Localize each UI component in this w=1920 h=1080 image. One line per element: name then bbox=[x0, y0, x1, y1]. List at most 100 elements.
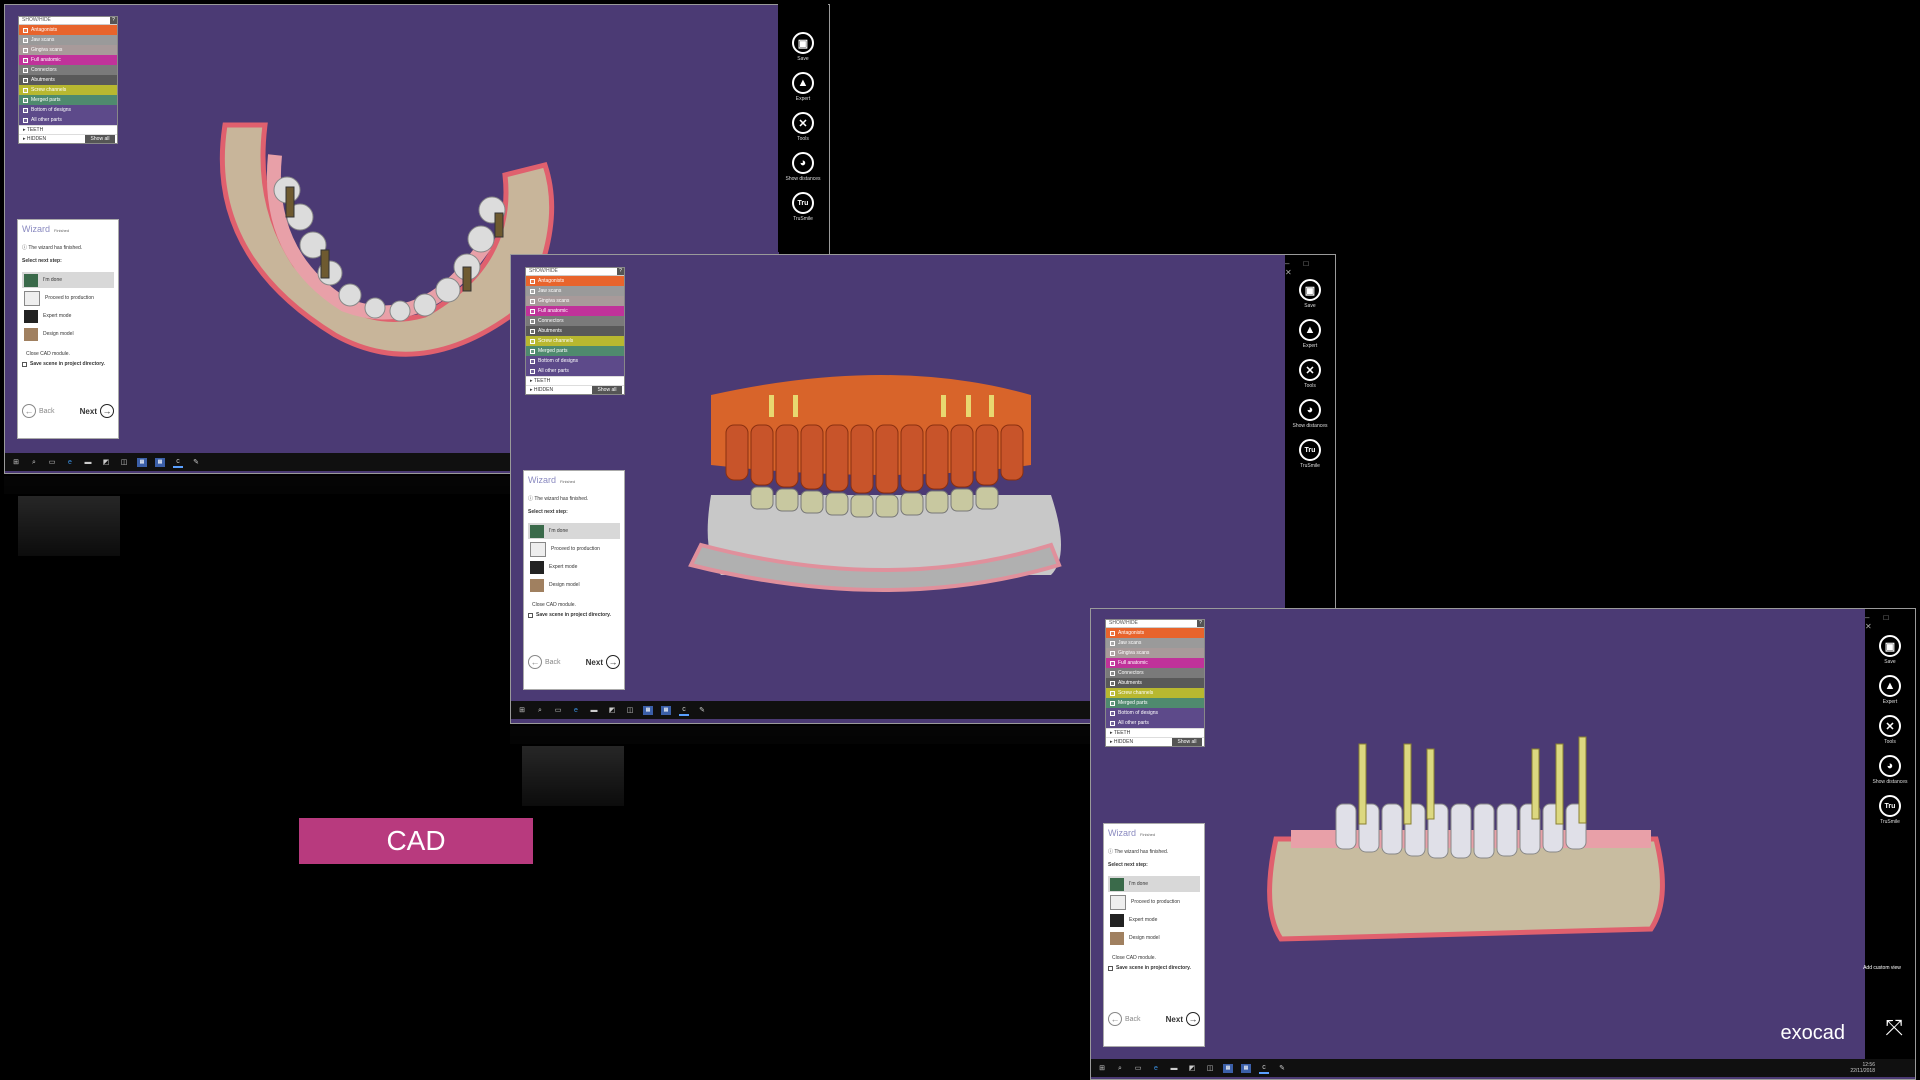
tools-tool[interactable]: ✕ Tools bbox=[1865, 715, 1915, 745]
layer-full-anatomic[interactable]: Full anatomic bbox=[1106, 658, 1204, 668]
layer-full-anatomic[interactable]: Full anatomic bbox=[19, 55, 117, 65]
trusmile-tool[interactable]: Tru TruSmile bbox=[1285, 439, 1335, 469]
tool-app-icon[interactable]: ✎ bbox=[697, 706, 707, 715]
app-icon[interactable]: ◩ bbox=[1187, 1064, 1197, 1073]
layer-connectors[interactable]: Connectors bbox=[526, 316, 624, 326]
option-production[interactable]: Proceed to production bbox=[1108, 894, 1200, 910]
store-icon[interactable]: ◫ bbox=[625, 706, 635, 715]
layer-jaw-scans[interactable]: Jaw scans bbox=[1106, 638, 1204, 648]
next-button[interactable]: Next → bbox=[80, 404, 114, 418]
distances-tool[interactable]: ◕ Show distances bbox=[778, 152, 828, 182]
layer-antagonists[interactable]: Antagonists bbox=[19, 25, 117, 35]
layer-abutments[interactable]: Abutments bbox=[526, 326, 624, 336]
checkbox-icon[interactable] bbox=[1110, 680, 1115, 686]
checkbox-icon[interactable] bbox=[530, 328, 535, 334]
edge-icon[interactable]: e bbox=[1151, 1064, 1161, 1073]
checkbox-icon[interactable] bbox=[528, 612, 533, 618]
close-cad-option[interactable]: Close CAD module. bbox=[532, 602, 576, 608]
layers-header[interactable]: SHOW/HIDE? bbox=[1106, 620, 1204, 628]
folder-icon[interactable]: ▬ bbox=[589, 706, 599, 715]
hidden-section[interactable]: ▸ HIDDEN Show all bbox=[526, 385, 624, 394]
teeth-section[interactable]: ▸ TEETH bbox=[1106, 728, 1204, 737]
clock[interactable]: 12:56 22/11/2018 bbox=[1850, 1062, 1875, 1074]
layer-screw-channels[interactable]: Screw channels bbox=[526, 336, 624, 346]
hidden-section[interactable]: ▸ HIDDEN Show all bbox=[1106, 737, 1204, 746]
layer-connectors[interactable]: Connectors bbox=[1106, 668, 1204, 678]
start-icon[interactable]: ⊞ bbox=[11, 458, 21, 467]
checkbox-icon[interactable] bbox=[1110, 690, 1115, 696]
checkbox-icon[interactable] bbox=[530, 298, 535, 304]
checkbox-icon[interactable] bbox=[23, 27, 28, 33]
exo-app-icon[interactable]: ▦ bbox=[137, 457, 147, 467]
checkbox-icon[interactable] bbox=[23, 97, 28, 103]
edge-icon[interactable]: e bbox=[65, 458, 75, 467]
task-view-icon[interactable]: ▭ bbox=[47, 458, 57, 467]
checkbox-icon[interactable] bbox=[1110, 700, 1115, 706]
layer-antagonists[interactable]: Antagonists bbox=[526, 276, 624, 286]
task-view-icon[interactable]: ▭ bbox=[1133, 1064, 1143, 1073]
layer-gingiva-scans[interactable]: Gingiva scans bbox=[19, 45, 117, 55]
layer-screw-channels[interactable]: Screw channels bbox=[19, 85, 117, 95]
add-custom-view[interactable]: Add custom view bbox=[1857, 965, 1907, 971]
checkbox-icon[interactable] bbox=[1110, 660, 1115, 666]
close-cad-option[interactable]: Close CAD module. bbox=[1112, 955, 1156, 961]
distances-tool[interactable]: ◕ Show distances bbox=[1865, 755, 1915, 785]
start-icon[interactable]: ⊞ bbox=[517, 706, 527, 715]
tools-tool[interactable]: ✕ Tools bbox=[1285, 359, 1335, 389]
checkbox-icon[interactable] bbox=[23, 117, 28, 123]
layer-all-other-parts[interactable]: All other parts bbox=[526, 366, 624, 376]
viewport-3d[interactable] bbox=[1091, 609, 1867, 1061]
hidden-section[interactable]: ▸ HIDDEN Show all bbox=[19, 134, 117, 143]
distances-tool[interactable]: ◕ Show distances bbox=[1285, 399, 1335, 429]
option-im-done[interactable]: I'm done bbox=[528, 523, 620, 539]
layer-abutments[interactable]: Abutments bbox=[19, 75, 117, 85]
expert-tool[interactable]: ▲ Expert bbox=[1865, 675, 1915, 705]
store-icon[interactable]: ◫ bbox=[1205, 1064, 1215, 1073]
layers-header[interactable]: SHOW/HIDE? bbox=[19, 17, 117, 25]
show-all-button[interactable]: Show all bbox=[592, 386, 622, 394]
cad-app-icon[interactable]: c bbox=[679, 705, 689, 716]
checkbox-icon[interactable] bbox=[23, 87, 28, 93]
window-controls[interactable]: – □ ✕ bbox=[1865, 613, 1909, 631]
save-scene-option[interactable]: Save scene in project directory. bbox=[528, 612, 611, 618]
help-button[interactable]: ? bbox=[1197, 620, 1204, 627]
store-icon[interactable]: ◫ bbox=[119, 458, 129, 467]
app2-icon[interactable]: ▦ bbox=[155, 457, 165, 467]
checkbox-icon[interactable] bbox=[23, 67, 28, 73]
checkbox-icon[interactable] bbox=[23, 37, 28, 43]
layer-all-other-parts[interactable]: All other parts bbox=[19, 115, 117, 125]
save-tool[interactable]: ▣ Save bbox=[1285, 279, 1335, 309]
help-button[interactable]: ? bbox=[110, 17, 117, 24]
option-im-done[interactable]: I'm done bbox=[1108, 876, 1200, 892]
checkbox-icon[interactable] bbox=[530, 358, 535, 364]
option-design-model[interactable]: Design model bbox=[1108, 930, 1200, 946]
save-tool[interactable]: ▣ Save bbox=[1865, 635, 1915, 665]
app-icon[interactable]: ◩ bbox=[607, 706, 617, 715]
app2-icon[interactable]: ▦ bbox=[1241, 1063, 1251, 1073]
option-expert-mode[interactable]: Expert mode bbox=[528, 559, 620, 575]
back-button[interactable]: ← Back bbox=[528, 655, 561, 669]
window-controls[interactable]: – □ ✕ bbox=[1285, 259, 1329, 277]
layer-all-other-parts[interactable]: All other parts bbox=[1106, 718, 1204, 728]
app-icon[interactable]: ◩ bbox=[101, 458, 111, 467]
back-button[interactable]: ← Back bbox=[22, 404, 55, 418]
edge-icon[interactable]: e bbox=[571, 706, 581, 715]
checkbox-icon[interactable] bbox=[530, 278, 535, 284]
option-design-model[interactable]: Design model bbox=[22, 326, 114, 342]
cad-app-icon[interactable]: c bbox=[1259, 1063, 1269, 1074]
search-icon[interactable]: ⌕ bbox=[535, 706, 545, 715]
layer-screw-channels[interactable]: Screw channels bbox=[1106, 688, 1204, 698]
search-icon[interactable]: ⌕ bbox=[29, 458, 39, 467]
layer-abutments[interactable]: Abutments bbox=[1106, 678, 1204, 688]
cad-app-icon[interactable]: c bbox=[173, 457, 183, 468]
view-arrows-icon[interactable]: ⤧ bbox=[1885, 1015, 1903, 1041]
close-cad-option[interactable]: Close CAD module. bbox=[26, 351, 70, 357]
layer-gingiva-scans[interactable]: Gingiva scans bbox=[526, 296, 624, 306]
checkbox-icon[interactable] bbox=[23, 47, 28, 53]
layer-antagonists[interactable]: Antagonists bbox=[1106, 628, 1204, 638]
checkbox-icon[interactable] bbox=[1110, 670, 1115, 676]
option-expert-mode[interactable]: Expert mode bbox=[1108, 912, 1200, 928]
checkbox-icon[interactable] bbox=[1110, 720, 1115, 726]
show-all-button[interactable]: Show all bbox=[1172, 738, 1202, 746]
checkbox-icon[interactable] bbox=[1108, 965, 1113, 971]
